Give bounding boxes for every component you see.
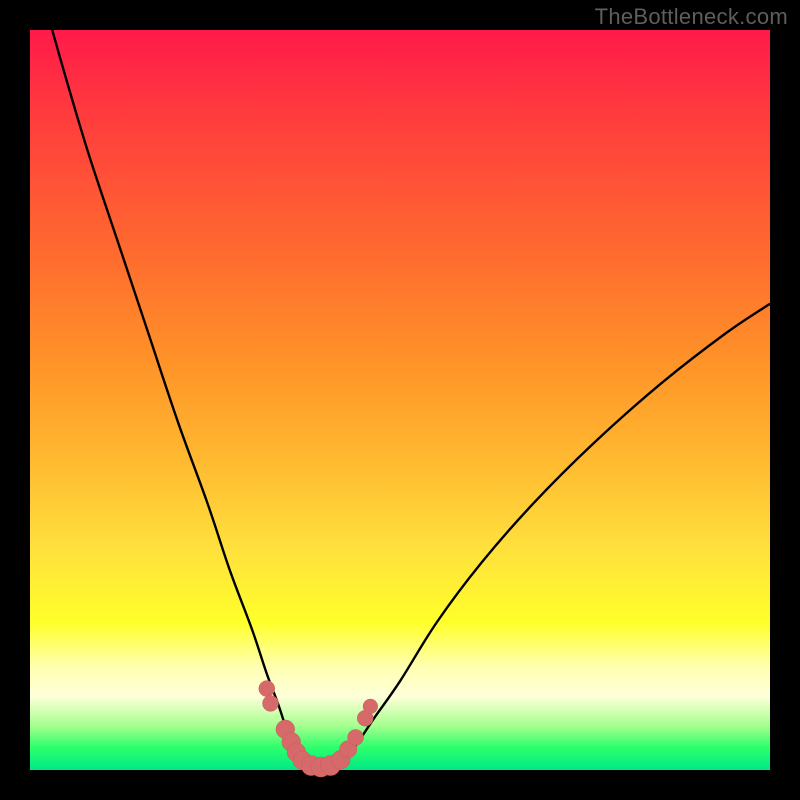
data-marker	[363, 699, 378, 714]
chart-frame: TheBottleneck.com	[0, 0, 800, 800]
plot-area	[30, 30, 770, 770]
data-marker	[259, 681, 275, 697]
left-curve	[52, 30, 304, 763]
data-marker	[263, 695, 279, 711]
right-curve	[341, 304, 770, 763]
watermark-text: TheBottleneck.com	[595, 4, 788, 30]
data-marker	[348, 729, 364, 745]
markers-group	[259, 681, 378, 777]
chart-svg	[30, 30, 770, 770]
